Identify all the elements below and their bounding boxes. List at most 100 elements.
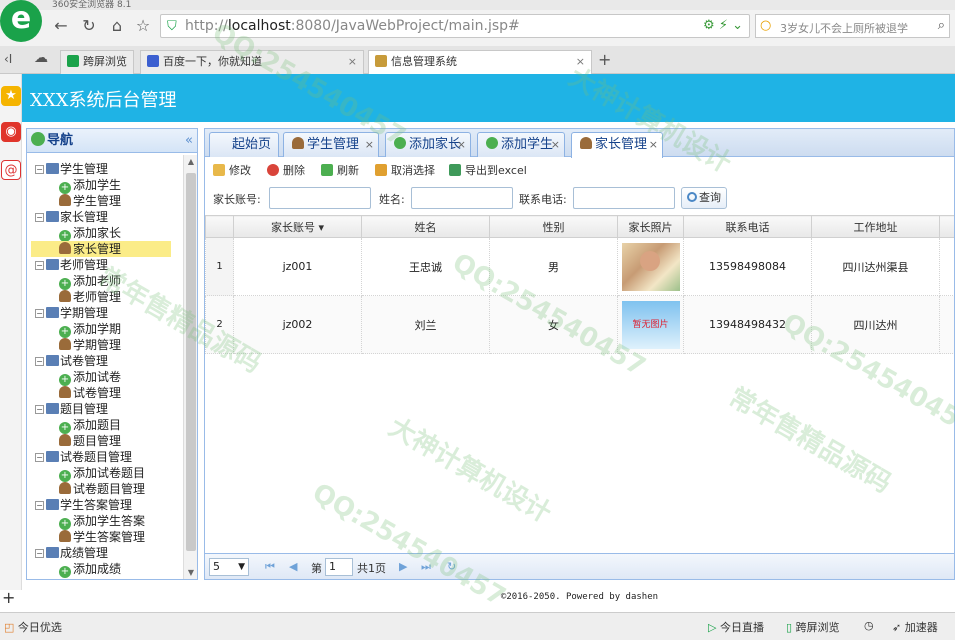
first-page-icon[interactable]: ⏮	[265, 560, 275, 574]
browser-logo-icon[interactable]: e	[0, 0, 42, 42]
query-button[interactable]: 查询	[681, 187, 727, 209]
tree-leaf-node[interactable]: + 添加试卷题目	[31, 465, 181, 482]
tree-leaf-node[interactable]: + 添加试卷	[31, 369, 181, 386]
tree-folder-node[interactable]: − 学生答案管理	[31, 497, 181, 513]
app-tab[interactable]: 添加学生 ×	[477, 132, 565, 157]
table-row[interactable]: 2 jz002 刘兰 女 暂无图片 13948498432 四川达州	[205, 295, 954, 354]
scroll-up-icon[interactable]: ▲	[184, 157, 197, 166]
page-size-select[interactable]: 5 ▼	[209, 558, 249, 576]
back-icon[interactable]: ←	[52, 16, 70, 35]
add-sidebar-icon[interactable]: +	[2, 588, 15, 607]
close-icon[interactable]: ×	[576, 51, 585, 73]
tree-folder-node[interactable]: − 老师管理	[31, 257, 181, 273]
weibo-icon[interactable]: ◉	[1, 122, 21, 142]
collapse-toggle-icon[interactable]: −	[35, 549, 44, 558]
favorites-star-icon[interactable]: ★	[1, 86, 21, 106]
star-icon[interactable]: ☆	[134, 16, 152, 35]
collapse-toggle-icon[interactable]: −	[35, 213, 44, 222]
last-page-icon[interactable]: ⏭	[421, 560, 431, 574]
refresh-button[interactable]: 刷新	[321, 161, 359, 181]
collapse-toggle-icon[interactable]: −	[35, 309, 44, 318]
nav-scrollbar[interactable]: ▲ ▼	[183, 155, 197, 579]
browser-tab-system[interactable]: 信息管理系统 ×	[368, 50, 592, 75]
column-header-name[interactable]: 姓名	[361, 215, 490, 238]
tree-leaf-node[interactable]: + 添加学生答案	[31, 513, 181, 530]
tree-folder-node[interactable]: − 学生管理	[31, 161, 181, 177]
scroll-thumb[interactable]	[186, 173, 196, 551]
tree-leaf-node[interactable]: + 添加老师	[31, 273, 181, 290]
today-pick-link[interactable]: ◰ 今日优选	[4, 619, 62, 635]
browser-search-input[interactable]: ○ 3岁女儿不会上厕所被退学 ⌕	[755, 14, 950, 38]
tree-folder-node[interactable]: − 试卷题目管理	[31, 449, 181, 465]
new-tab-icon[interactable]: +	[598, 50, 611, 69]
column-header-gender[interactable]: 性别	[489, 215, 618, 238]
tree-leaf-node[interactable]: 老师管理	[31, 289, 181, 305]
tree-leaf-node[interactable]: + 添加学期	[31, 321, 181, 338]
tree-leaf-node[interactable]: + 添加学生	[31, 177, 181, 194]
tree-folder-node[interactable]: − 试卷管理	[31, 353, 181, 369]
close-icon[interactable]: ×	[348, 51, 357, 73]
column-header-photo[interactable]: 家长照片	[617, 215, 684, 238]
app-tab[interactable]: 起始页	[209, 132, 279, 157]
export-excel-button[interactable]: 导出到excel	[449, 161, 527, 181]
phone-input[interactable]	[573, 187, 675, 209]
table-row[interactable]: 1 jz001 王忠诚 男 13598498084 四川达州渠县	[205, 237, 954, 296]
column-header-phone[interactable]: 联系电话	[683, 215, 812, 238]
tree-leaf-node[interactable]: + 添加成绩	[31, 561, 181, 578]
collapse-toggle-icon[interactable]: −	[35, 501, 44, 510]
reload-icon[interactable]: ↻	[80, 16, 98, 35]
tab-list-icon[interactable]: ‹I	[4, 52, 12, 66]
close-icon[interactable]: ×	[649, 133, 658, 156]
tree-folder-node[interactable]: − 学期管理	[31, 305, 181, 321]
page-number-input[interactable]: 1	[325, 558, 353, 576]
edit-button[interactable]: 修改	[213, 161, 251, 181]
account-input[interactable]	[269, 187, 371, 209]
close-icon[interactable]: ×	[457, 133, 466, 156]
search-icon[interactable]: ⌕	[938, 18, 945, 33]
name-input[interactable]	[411, 187, 513, 209]
reload-page-icon[interactable]: ↻	[447, 560, 456, 573]
app-tab[interactable]: 家长管理 ×	[571, 132, 663, 158]
close-icon[interactable]: ×	[551, 133, 560, 156]
url-text[interactable]: http://localhost:8080/JavaWebProject/mai…	[185, 18, 520, 34]
scroll-down-icon[interactable]: ▼	[184, 568, 197, 577]
tree-folder-node[interactable]: − 成绩管理	[31, 545, 181, 561]
delete-button[interactable]: 删除	[267, 161, 305, 181]
url-bar[interactable]: ⛉ http://localhost:8080/JavaWebProject/m…	[160, 14, 750, 38]
app-tab[interactable]: 学生管理 ×	[283, 132, 379, 157]
collapse-toggle-icon[interactable]: −	[35, 165, 44, 174]
tree-leaf-node[interactable]: + 添加家长	[31, 225, 181, 242]
today-live-link[interactable]: ▷ 今日直播	[708, 619, 764, 635]
collapse-toggle-icon[interactable]: −	[35, 357, 44, 366]
cancel-select-button[interactable]: 取消选择	[375, 161, 435, 181]
history-icon[interactable]: ◷	[864, 619, 874, 632]
cross-screen-link[interactable]: ▯ 跨屏浏览	[786, 619, 840, 635]
home-icon[interactable]: ⌂	[108, 16, 126, 35]
app-tab[interactable]: 添加家长 ×	[385, 132, 471, 157]
accelerator-link[interactable]: ➶ 加速器	[892, 619, 938, 635]
tree-folder-node[interactable]: − 家长管理	[31, 209, 181, 225]
tree-leaf-node[interactable]: 试卷题目管理	[31, 481, 181, 497]
browser-tab-kuaping[interactable]: 跨屏浏览	[60, 50, 134, 74]
close-icon[interactable]: ×	[365, 133, 374, 156]
next-page-icon[interactable]: ▶	[399, 560, 407, 573]
prev-page-icon[interactable]: ◀	[289, 560, 297, 573]
tree-leaf-node[interactable]: + 添加题目	[31, 417, 181, 434]
collapse-icon[interactable]: «	[185, 129, 193, 153]
url-actions-icon[interactable]: ⚙ ⚡ ⌄	[703, 18, 743, 33]
column-header-address[interactable]: 工作地址	[811, 215, 940, 238]
collapse-toggle-icon[interactable]: −	[35, 405, 44, 414]
search-engine-icon[interactable]: ○	[760, 18, 771, 33]
tree-leaf-node[interactable]: 题目管理	[31, 433, 181, 449]
browser-tab-baidu[interactable]: 百度一下，你就知道 ×	[140, 50, 364, 74]
mail-icon[interactable]: @	[1, 160, 21, 180]
column-header-account[interactable]: 家长账号 ▾	[233, 215, 362, 238]
tree-leaf-node[interactable]: 学生管理	[31, 193, 181, 209]
cloud-icon[interactable]: ☁	[34, 50, 48, 66]
collapse-toggle-icon[interactable]: −	[35, 261, 44, 270]
tree-folder-node[interactable]: − 题目管理	[31, 401, 181, 417]
collapse-toggle-icon[interactable]: −	[35, 453, 44, 462]
tree-leaf-node[interactable]: 学生答案管理	[31, 529, 181, 545]
tree-leaf-node[interactable]: 试卷管理	[31, 385, 181, 401]
tree-leaf-node[interactable]: 学期管理	[31, 337, 181, 353]
